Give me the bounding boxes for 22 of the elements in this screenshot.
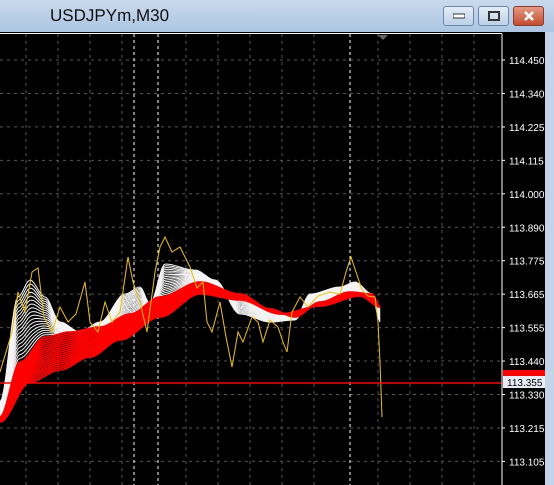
price-label: 114.000 bbox=[509, 190, 544, 201]
close-button[interactable] bbox=[513, 6, 544, 26]
restore-button[interactable] bbox=[478, 6, 509, 26]
minimize-button[interactable] bbox=[443, 6, 474, 26]
current-price-badge: 113.355 bbox=[503, 376, 545, 389]
price-label: 114.115 bbox=[509, 156, 544, 168]
price-label: 114.450 bbox=[509, 56, 544, 67]
price-label: 114.225 bbox=[509, 122, 544, 134]
minimize-icon bbox=[452, 13, 464, 19]
price-label: 113.440 bbox=[509, 357, 544, 368]
price-label: 113.330 bbox=[509, 390, 544, 402]
close-icon bbox=[522, 11, 534, 21]
price-label: 113.215 bbox=[509, 424, 544, 435]
price-label: 113.775 bbox=[509, 256, 544, 268]
price-label: 114.340 bbox=[509, 89, 544, 100]
price-label: 113.665 bbox=[509, 290, 544, 302]
window-title: USDJPYm,M30 bbox=[50, 6, 170, 26]
price-label: 113.555 bbox=[509, 324, 544, 335]
restore-icon bbox=[488, 11, 500, 21]
price-label: 113.105 bbox=[509, 457, 544, 468]
price-label: 113.890 bbox=[509, 223, 544, 234]
shift-marker-icon bbox=[378, 35, 388, 40]
